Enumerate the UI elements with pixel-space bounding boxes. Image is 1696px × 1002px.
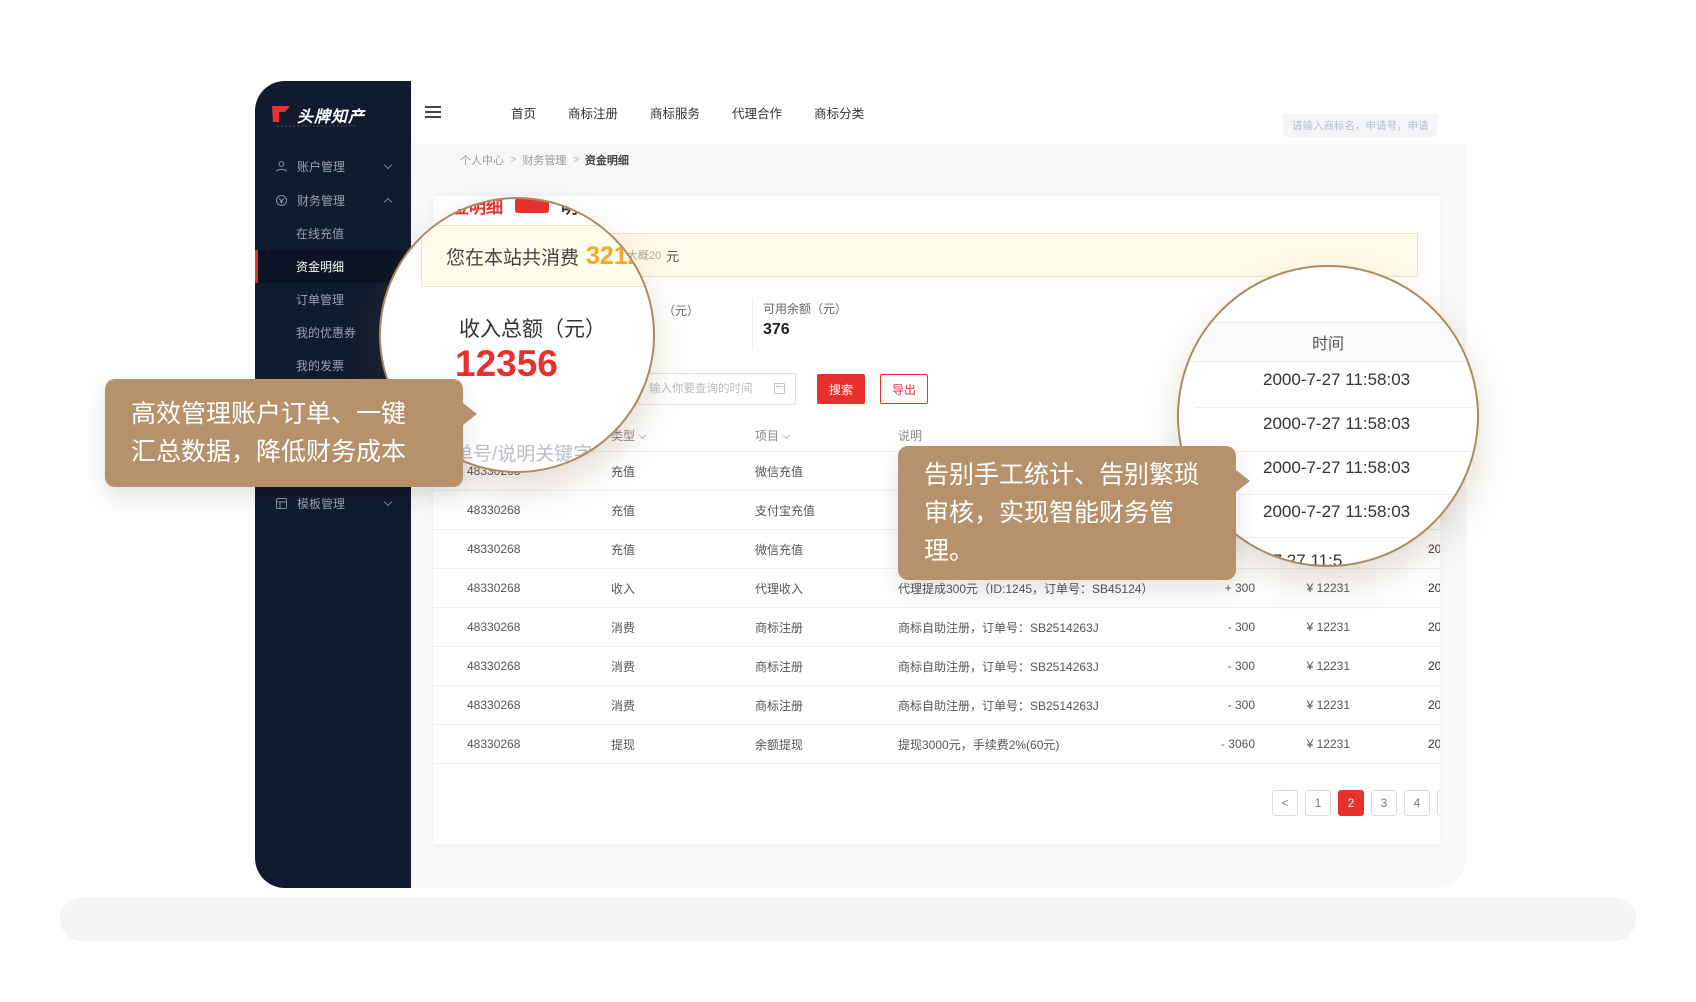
breadcrumb-separator: > xyxy=(510,154,516,166)
sidebar-item-fund-details[interactable]: 资金明细 xyxy=(255,250,411,283)
callout-text: 理。 xyxy=(898,532,1236,570)
user-icon xyxy=(275,160,288,173)
brand-logo[interactable]: 头牌知产 xyxy=(270,103,365,127)
callout-left: 高效管理账户订单、一键 汇总数据，降低财务成本 xyxy=(105,379,463,487)
callout-right: 告别手工统计、告别繁琐 审核，实现智能财务管 理。 xyxy=(898,446,1236,580)
pagination-page-button[interactable]: 3 xyxy=(1371,790,1397,816)
table-row: 48330268消费商标注册商标自助注册，订单号：SB2514263J- 300… xyxy=(433,608,1440,647)
sidebar-item-template[interactable]: 模板管理 xyxy=(255,486,411,520)
pagination-page-button[interactable]: 5 xyxy=(1437,790,1440,816)
header-type[interactable]: 类型 xyxy=(611,427,755,444)
magnified-time-cell: 2000-7-27 11:58:03 xyxy=(1263,370,1410,390)
magnified-consumption-banner: 您在本站共消费 32124 大 xyxy=(421,225,655,287)
table-row: 48330268消费商标注册商标自助注册，订单号：SB2514263J- 300… xyxy=(433,686,1440,725)
pagination: < 1 2 3 4 5 xyxy=(1272,790,1440,816)
calendar-icon[interactable] xyxy=(774,383,785,394)
sort-chevron-icon xyxy=(639,432,646,439)
brand-tagline-dots xyxy=(277,125,355,127)
stat-divider xyxy=(752,298,753,350)
red-pill-fragment xyxy=(515,198,549,213)
available-balance-label: 可用余额（元） xyxy=(763,300,847,317)
header-project[interactable]: 项目 xyxy=(755,427,898,444)
magnified-time-cell: 2000-7-27 11:58:03 xyxy=(1263,458,1410,478)
hamburger-menu-icon[interactable] xyxy=(425,106,441,121)
nav-item-trademark-service[interactable]: 商标服务 xyxy=(650,103,700,122)
nav-item-home[interactable]: 首页 xyxy=(511,103,536,122)
breadcrumb-item[interactable]: 个人中心 xyxy=(460,152,504,168)
breadcrumb-separator: > xyxy=(572,154,578,166)
chevron-down-icon xyxy=(384,498,392,506)
mid-stat-label: （元） xyxy=(663,302,699,319)
callout-text: 告别手工统计、告别繁琐 xyxy=(898,456,1236,494)
page: 头牌知产 账户管理 财务管理 xyxy=(0,0,1696,1002)
chevron-up-icon xyxy=(384,198,392,206)
breadcrumb-current: 资金明细 xyxy=(585,152,629,168)
nav-item-trademark-register[interactable]: 商标注册 xyxy=(568,103,618,122)
trademark-search-input[interactable] xyxy=(1282,114,1438,137)
sort-chevron-icon xyxy=(783,432,790,439)
chevron-down-icon xyxy=(384,161,392,169)
magnified-income-label: 收入总额（元） xyxy=(459,313,606,343)
nav-item-agent-cooperation[interactable]: 代理合作 xyxy=(732,103,782,122)
sidebar-item-label: 模板管理 xyxy=(297,495,345,512)
magnified-tab-fragment: 资金明细 明细 xyxy=(435,197,595,218)
main-nav: 首页 商标注册 商标服务 代理合作 商标分类 xyxy=(511,81,864,144)
row-divider xyxy=(1195,451,1475,452)
row-divider xyxy=(1195,494,1475,495)
sidebar-item-online-recharge[interactable]: 在线充值 xyxy=(255,217,411,250)
row-divider xyxy=(1195,407,1475,408)
laptop-base xyxy=(60,897,1636,941)
magnified-time-cell: 2000-7-27 11:58:03 xyxy=(1263,502,1410,522)
sidebar-item-label: 财务管理 xyxy=(297,192,345,209)
table-row: 48330268消费商标注册商标自助注册，订单号：SB2514263J- 300… xyxy=(433,647,1440,686)
magnified-time-header: 时间 xyxy=(1179,322,1477,362)
pagination-page-button[interactable]: 1 xyxy=(1305,790,1331,816)
pagination-page-button[interactable]: 4 xyxy=(1404,790,1430,816)
finance-icon xyxy=(275,194,288,207)
magnified-time-cell-partial: 00 7 27 11:5 xyxy=(1249,551,1342,567)
table-row: 48330268提现余额提现提现3000元，手续费2%(60元)- 3060¥ … xyxy=(433,725,1440,764)
brand-name: 头牌知产 xyxy=(297,103,365,127)
top-navbar: 首页 商标注册 商标服务 代理合作 商标分类 xyxy=(411,81,1466,144)
export-button[interactable]: 导出 xyxy=(880,374,928,404)
magnified-time-cell: 2000-7-27 11:58:03 xyxy=(1263,414,1410,434)
pagination-page-button[interactable]: 2 xyxy=(1338,790,1364,816)
nav-item-trademark-category[interactable]: 商标分类 xyxy=(814,103,864,122)
magnified-income-value: 12356 xyxy=(455,343,558,385)
sidebar-item-label: 账户管理 xyxy=(297,158,345,175)
header-desc: 说明 xyxy=(898,427,1173,444)
date-input[interactable] xyxy=(638,373,796,405)
callout-text: 高效管理账户订单、一键 xyxy=(105,395,463,433)
search-button[interactable]: 搜索 xyxy=(817,374,865,404)
row-divider xyxy=(1195,537,1475,538)
sidebar-item-finance[interactable]: 财务管理 xyxy=(255,183,411,217)
pagination-prev-button[interactable]: < xyxy=(1272,790,1298,816)
template-icon xyxy=(275,497,288,510)
sidebar-item-account[interactable]: 账户管理 xyxy=(255,149,411,183)
banner-suffix: 元 xyxy=(666,246,679,265)
breadcrumb: 个人中心 > 财务管理 > 资金明细 xyxy=(411,144,1466,176)
available-balance-value: 376 xyxy=(763,321,790,339)
brand-logo-icon xyxy=(270,103,292,125)
callout-text: 汇总数据，降低财务成本 xyxy=(105,433,463,471)
callout-text: 审核，实现智能财务管 xyxy=(898,494,1236,532)
breadcrumb-item[interactable]: 财务管理 xyxy=(522,152,566,168)
